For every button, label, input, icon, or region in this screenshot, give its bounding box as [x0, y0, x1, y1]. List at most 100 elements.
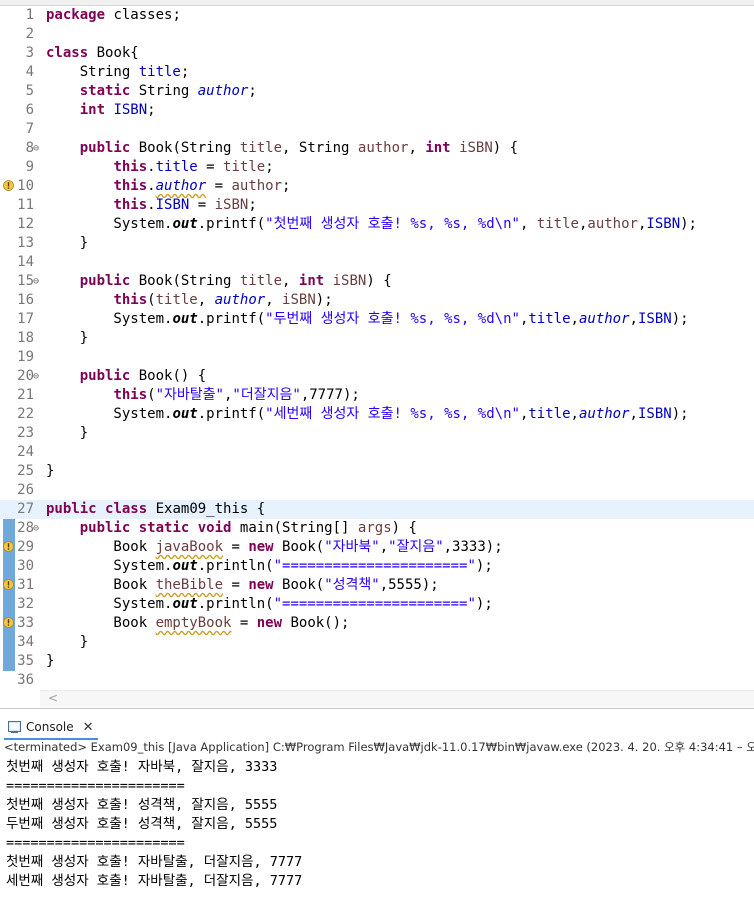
code-token: } [46, 463, 55, 479]
code-line[interactable]: 14 [0, 253, 754, 272]
fold-toggle-icon[interactable]: ⊖ [33, 272, 39, 291]
code-line[interactable]: 21 this("자바탈출","더잘지음",7777); [0, 386, 754, 405]
code-token: author [197, 83, 249, 99]
line-number: 12 [17, 216, 34, 232]
code-line[interactable]: 34 } [0, 633, 754, 652]
code-line[interactable]: 3 class Book{ [0, 44, 754, 63]
code-line[interactable]: 19 [0, 348, 754, 367]
code-token: ) { [366, 273, 392, 289]
code-line[interactable]: 7 [0, 120, 754, 139]
code-line[interactable]: 11 this.ISBN = iSBN; [0, 196, 754, 215]
code-text: Book emptyBook = new Book(); [46, 614, 349, 633]
code-token: author [214, 292, 266, 308]
warning-icon[interactable] [3, 579, 14, 590]
code-editor[interactable]: 1 package classes; 2 3 class Book{4 String t… [0, 6, 754, 692]
line-number: 4 [25, 64, 34, 80]
code-line[interactable]: 17 System.out.printf("두번째 생성자 호출! %s, %s… [0, 310, 754, 329]
code-text: } [46, 329, 88, 348]
code-line[interactable]: 31 Book theBible = new Book("성격책",5555); [0, 576, 754, 595]
line-number: 15 [17, 273, 34, 289]
code-token: static [138, 520, 190, 536]
code-token: out [172, 406, 198, 422]
code-token: , [408, 140, 426, 156]
code-line[interactable]: 13 } [0, 234, 754, 253]
code-text: } [46, 234, 88, 253]
code-line[interactable]: 8 ⊖ public Book(String title, String auth… [0, 139, 754, 158]
code-token: Book() { [130, 368, 207, 384]
warning-icon[interactable] [3, 541, 14, 552]
code-line[interactable]: 12 System.out.printf("첫번째 생성자 호출! %s, %s… [0, 215, 754, 234]
code-token: this [113, 197, 148, 213]
console-output-line: 세번째 생성자 호출! 자바탈출, 더잘지음, 7777 [6, 873, 303, 889]
scroll-left-arrow-icon[interactable]: < [48, 691, 58, 705]
code-line[interactable]: 10 this.author = author; [0, 177, 754, 196]
code-line[interactable]: 15 ⊖ public Book(String title, int iSBN) … [0, 272, 754, 291]
code-token: title [138, 64, 181, 80]
fold-toggle-icon[interactable]: ⊖ [33, 139, 39, 158]
code-line[interactable]: 25} [0, 462, 754, 481]
code-token: ISBN [155, 197, 190, 213]
fold-toggle-icon[interactable]: ⊖ [33, 519, 39, 538]
close-icon[interactable]: ✕ [83, 720, 94, 735]
code-line[interactable]: 24 [0, 443, 754, 462]
console-tab-bar: Console ✕ [0, 714, 754, 740]
code-token: "잘지음" [388, 539, 444, 555]
code-line[interactable]: 2 [0, 25, 754, 44]
code-line[interactable]: 33 Book emptyBook = new Book(); [0, 614, 754, 633]
code-text: public Book(String title, int iSBN) { [46, 272, 392, 291]
code-line[interactable]: 35} [0, 652, 754, 671]
code-line[interactable]: 22 System.out.printf("세번째 생성자 호출! %s, %s… [0, 405, 754, 424]
warning-icon[interactable] [3, 180, 14, 191]
code-token: out [172, 216, 198, 232]
code-line[interactable]: 4 String title; [0, 63, 754, 82]
line-number: 24 [17, 444, 34, 460]
code-token: . [147, 178, 156, 194]
panel-divider[interactable] [0, 708, 754, 709]
code-line[interactable]: 20 ⊖ public Book() { [0, 367, 754, 386]
line-gutter: 19 [0, 348, 40, 367]
code-line[interactable]: 26 [0, 481, 754, 500]
line-number: 35 [17, 653, 34, 669]
line-gutter: 1 [0, 6, 40, 25]
code-line[interactable]: 29 Book javaBook = new Book("자바북","잘지음",… [0, 538, 754, 557]
horizontal-scrollbar[interactable]: < [40, 690, 754, 707]
code-line[interactable]: 18 } [0, 329, 754, 348]
code-token: , [570, 311, 579, 327]
code-line[interactable]: 6 int ISBN; [0, 101, 754, 120]
code-line[interactable]: 28 ⊖ public static void main(String[] arg… [0, 519, 754, 538]
code-line[interactable]: 1 package classes; [0, 6, 754, 25]
code-line[interactable]: 27 public class Exam09_this { [0, 500, 754, 519]
code-token: ,5555); [379, 577, 439, 593]
code-token: = [223, 577, 249, 593]
console-output[interactable]: 첫번째 생성자 호출! 자바북, 잘지음, 3333 ==============… [6, 758, 754, 891]
code-token: author [155, 178, 207, 194]
code-line[interactable]: 9 this.title = title; [0, 158, 754, 177]
code-text: System.out.printf("세번째 생성자 호출! %s, %s, %… [46, 405, 688, 424]
code-token: public [79, 520, 131, 536]
code-text: Book theBible = new Book("성격책",5555); [46, 576, 439, 595]
code-token: = [231, 615, 257, 631]
code-token: new [248, 577, 274, 593]
line-number: 29 [17, 539, 34, 555]
code-line[interactable]: 16 this(title, author, iSBN); [0, 291, 754, 310]
code-token: iSBN [282, 292, 316, 308]
code-text: this(title, author, iSBN); [46, 291, 332, 310]
code-token: iSBN [214, 197, 249, 213]
tab-console[interactable]: Console ✕ [4, 716, 98, 740]
code-token: ); [671, 311, 689, 327]
code-line[interactable]: 32 System.out.println("=================… [0, 595, 754, 614]
code-line[interactable]: 36 [0, 671, 754, 690]
code-token: ,3333); [443, 539, 503, 555]
warning-icon[interactable] [3, 617, 14, 628]
code-token: out [172, 558, 198, 574]
console-output-line: 첫번째 생성자 호출! 자바탈출, 더잘지음, 7777 [6, 854, 303, 870]
code-line[interactable]: 23 } [0, 424, 754, 443]
line-gutter: 13 [0, 234, 40, 253]
code-line[interactable]: 5 static String author; [0, 82, 754, 101]
code-line[interactable]: 30 System.out.println("=================… [0, 557, 754, 576]
code-token: .printf( [197, 216, 266, 232]
fold-toggle-icon[interactable]: ⊖ [33, 367, 39, 386]
